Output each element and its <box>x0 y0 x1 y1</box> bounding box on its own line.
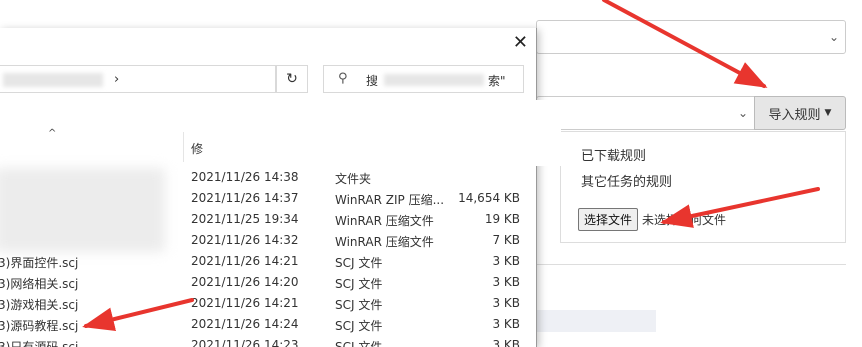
arrow-to-choose-file-button <box>660 187 820 228</box>
annotation-arrows <box>82 0 820 331</box>
arrow-to-import-button <box>602 0 768 88</box>
arrow-to-source-tutorial-file <box>82 298 194 331</box>
